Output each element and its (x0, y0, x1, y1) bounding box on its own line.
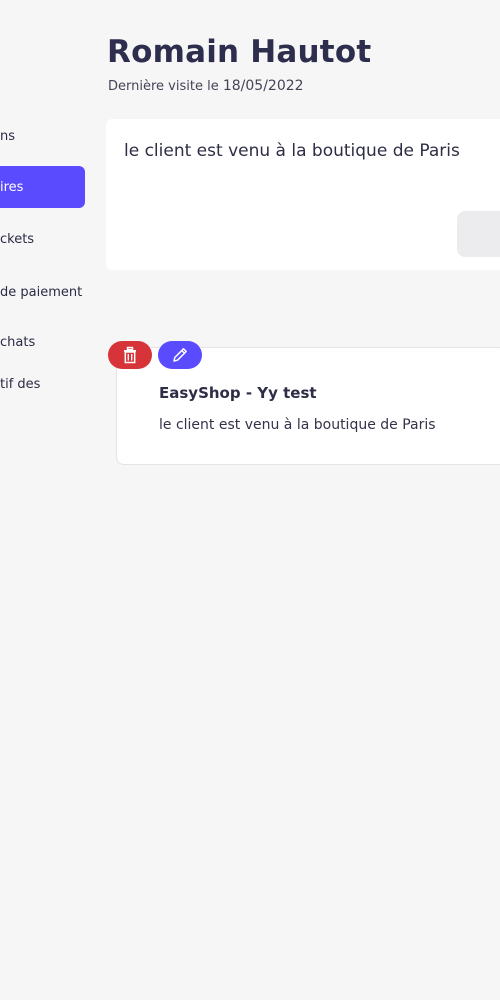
last-visit: Dernière visite le 18/05/2022 (108, 78, 304, 94)
sidebar-item-commentaires[interactable]: ires (0, 166, 85, 208)
sidebar: ns ires ckets de paiement chats tif des (0, 0, 90, 1000)
sidebar-item-label: de paiement (0, 284, 83, 300)
delete-note-button[interactable] (108, 341, 152, 369)
sidebar-item-achats[interactable]: chats (0, 322, 85, 362)
note-editor: le client est venu à la boutique de Pari… (106, 119, 500, 270)
sidebar-item-label: ires (0, 179, 24, 195)
sidebar-item-sessions[interactable]: ns (0, 116, 85, 156)
sidebar-item-label: chats (0, 334, 36, 350)
sidebar-item-moyens-de-paiement[interactable]: de paiement (0, 272, 85, 312)
page: ns ires ckets de paiement chats tif des … (0, 0, 500, 1000)
page-title: Romain Hautot (107, 34, 372, 70)
sidebar-item-label: tif des (0, 376, 41, 392)
sidebar-item-tickets[interactable]: ckets (0, 219, 85, 259)
note-input[interactable]: le client est venu à la boutique de Pari… (124, 141, 460, 161)
sidebar-item-recapitulatif[interactable]: tif des (0, 364, 85, 404)
note-body: le client est venu à la boutique de Pari… (159, 417, 436, 433)
sidebar-item-label: ns (0, 128, 16, 144)
sidebar-item-label: ckets (0, 231, 35, 247)
pencil-icon (170, 345, 190, 365)
last-visit-label: Dernière visite le (108, 79, 219, 94)
submit-note-button[interactable] (457, 211, 500, 257)
note-title: EasyShop - Yy test (159, 384, 317, 402)
trash-icon (122, 346, 138, 364)
edit-note-button[interactable] (158, 341, 202, 369)
last-visit-date: 18/05/2022 (222, 78, 304, 94)
